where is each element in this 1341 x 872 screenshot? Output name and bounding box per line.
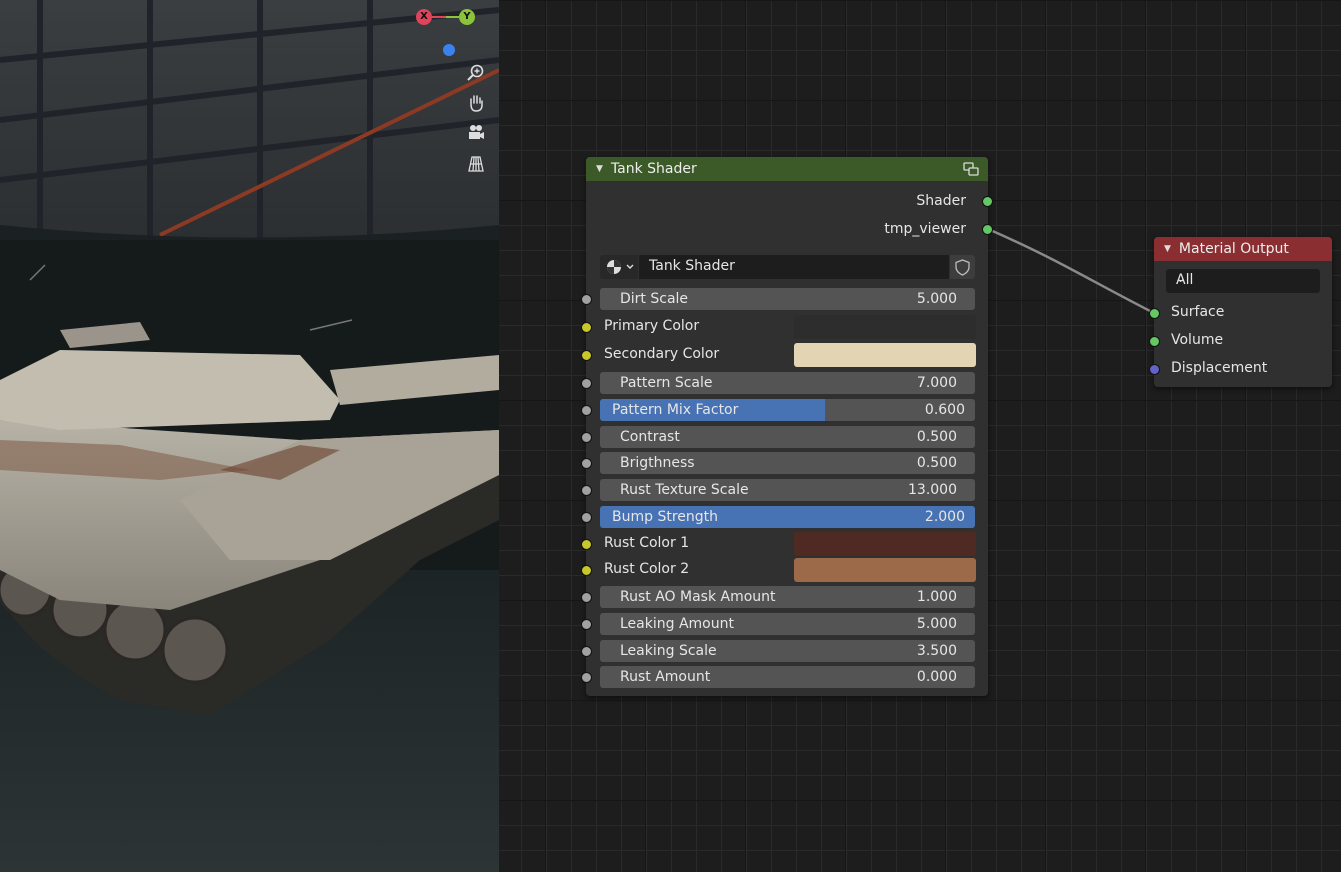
- output-tmp-viewer-label: tmp_viewer: [884, 221, 966, 237]
- input-pattern-mix-factor-field[interactable]: Pattern Mix Factor 0.600: [600, 399, 975, 421]
- input-value: 5.000: [916, 291, 957, 307]
- input-rust-color-2: Rust Color 2: [604, 558, 976, 582]
- input-secondary-color-socket[interactable]: [581, 350, 592, 361]
- input-rust-color-1-socket[interactable]: [581, 539, 592, 550]
- input-label: Rust Color 2: [604, 561, 690, 577]
- input-rust-ao-mask-amount-field[interactable]: Rust AO Mask Amount 1.000: [600, 586, 975, 608]
- input-displacement-socket[interactable]: [1149, 364, 1160, 375]
- input-value: 13.000: [908, 482, 957, 498]
- input-label: Pattern Scale: [620, 375, 713, 391]
- output-tmp-viewer-socket[interactable]: [982, 224, 993, 235]
- tmp-viewer-to-surface-link: [987, 227, 1155, 315]
- target-dropdown[interactable]: All ⌄: [1166, 269, 1320, 293]
- input-label: Rust Color 1: [604, 535, 690, 551]
- tank-shader-node[interactable]: ▼ Tank Shader Shader tmp_viewer Tank Sha…: [581, 157, 993, 696]
- input-bump-strength-field[interactable]: Bump Strength 2.000: [600, 506, 975, 528]
- input-rust-amount-field[interactable]: Rust Amount 0.000: [600, 666, 975, 688]
- node-group-selector[interactable]: Tank Shader: [600, 255, 975, 279]
- input-label: Leaking Scale: [620, 643, 717, 659]
- node-title: Material Output: [1178, 241, 1289, 257]
- fake-user-shield-icon[interactable]: [950, 255, 975, 279]
- input-label: Brigthness: [620, 455, 695, 471]
- input-displacement-label: Displacement: [1171, 360, 1268, 376]
- gizmo-x-line: [432, 16, 446, 18]
- input-value: 0.500: [916, 455, 957, 471]
- camera-icon[interactable]: [465, 122, 487, 144]
- input-label: Secondary Color: [604, 346, 720, 362]
- chevron-down-icon: ⌄: [1176, 272, 1186, 285]
- gizmo-y-line: [446, 16, 459, 18]
- input-value: 0.500: [916, 429, 957, 445]
- material-output-node[interactable]: ▼ Material Output All ⌄ Surface Volume D…: [1149, 237, 1332, 387]
- input-leaking-amount-socket[interactable]: [581, 619, 592, 630]
- input-dirt-scale-socket[interactable]: [581, 294, 592, 305]
- input-brigthness-field[interactable]: Brigthness 0.500: [600, 452, 975, 474]
- input-brigthness-socket[interactable]: [581, 458, 592, 469]
- color-swatch[interactable]: [794, 532, 976, 556]
- node-group-name-field[interactable]: Tank Shader: [639, 255, 949, 279]
- 3d-viewport[interactable]: X Y: [0, 0, 499, 872]
- output-shader-socket[interactable]: [982, 196, 993, 207]
- input-label: Bump Strength: [612, 509, 719, 525]
- input-rust-amount-socket[interactable]: [581, 672, 592, 683]
- input-leaking-amount-field[interactable]: Leaking Amount 5.000: [600, 613, 975, 635]
- input-rust-color-1: Rust Color 1: [604, 532, 976, 556]
- input-label: Leaking Amount: [620, 616, 734, 632]
- input-rust-ao-mask-amount-socket[interactable]: [581, 592, 592, 603]
- input-label: Rust AO Mask Amount: [620, 589, 776, 605]
- input-primary-color: Primary Color: [604, 315, 976, 339]
- input-pattern-scale-socket[interactable]: [581, 378, 592, 389]
- color-swatch[interactable]: [794, 315, 976, 339]
- input-value: 1.000: [916, 589, 957, 605]
- zoom-icon[interactable]: [465, 62, 487, 84]
- gizmo-x-axis[interactable]: X: [416, 9, 432, 25]
- output-shader-label: Shader: [916, 193, 966, 209]
- input-rust-texture-scale-field[interactable]: Rust Texture Scale 13.000: [600, 479, 975, 501]
- input-pattern-scale-field[interactable]: Pattern Scale 7.000: [600, 372, 975, 394]
- input-contrast-socket[interactable]: [581, 432, 592, 443]
- collapse-triangle-icon[interactable]: ▼: [1164, 244, 1171, 254]
- input-value: 3.500: [916, 643, 957, 659]
- viewport-render: [0, 0, 499, 872]
- input-label: Contrast: [620, 429, 680, 445]
- node-editor[interactable]: ▼ Tank Shader Shader tmp_viewer Tank Sha…: [499, 0, 1341, 872]
- input-label: Pattern Mix Factor: [612, 402, 739, 418]
- color-swatch[interactable]: [794, 558, 976, 582]
- input-secondary-color: Secondary Color: [604, 343, 976, 367]
- node-header[interactable]: ▼ Tank Shader: [586, 157, 988, 181]
- input-label: Primary Color: [604, 318, 700, 334]
- grid-icon[interactable]: [465, 153, 487, 175]
- hand-pan-icon[interactable]: [465, 92, 487, 114]
- input-rust-color-2-socket[interactable]: [581, 565, 592, 576]
- input-rust-texture-scale-socket[interactable]: [581, 485, 592, 496]
- input-bump-strength-socket[interactable]: [581, 512, 592, 523]
- node-title: Tank Shader: [610, 161, 697, 177]
- input-value: 7.000: [916, 375, 957, 391]
- node-tree-browse-button[interactable]: [600, 255, 638, 279]
- color-swatch[interactable]: [794, 343, 976, 367]
- input-value: 5.000: [916, 616, 957, 632]
- gizmo-z-axis[interactable]: [443, 44, 455, 56]
- input-label: Rust Amount: [620, 669, 711, 685]
- node-header[interactable]: ▼ Material Output: [1154, 237, 1332, 261]
- input-label: Rust Texture Scale: [620, 482, 749, 498]
- input-value: 0.000: [916, 669, 957, 685]
- input-primary-color-socket[interactable]: [581, 322, 592, 333]
- gizmo-y-axis[interactable]: Y: [459, 9, 475, 25]
- input-volume-socket[interactable]: [1149, 336, 1160, 347]
- input-volume-label: Volume: [1171, 332, 1224, 348]
- input-value: 2.000: [924, 509, 965, 525]
- input-label: Dirt Scale: [620, 291, 689, 307]
- input-leaking-scale-field[interactable]: Leaking Scale 3.500: [600, 640, 975, 662]
- input-value: 0.600: [924, 402, 965, 418]
- input-surface-label: Surface: [1171, 304, 1225, 320]
- input-surface-socket[interactable]: [1149, 308, 1160, 319]
- node-group-icon[interactable]: [962, 160, 980, 178]
- input-dirt-scale-field[interactable]: Dirt Scale 5.000: [600, 288, 975, 310]
- collapse-triangle-icon[interactable]: ▼: [596, 164, 603, 174]
- input-contrast-field[interactable]: Contrast 0.500: [600, 426, 975, 448]
- input-pattern-mix-factor-socket[interactable]: [581, 405, 592, 416]
- input-leaking-scale-socket[interactable]: [581, 646, 592, 657]
